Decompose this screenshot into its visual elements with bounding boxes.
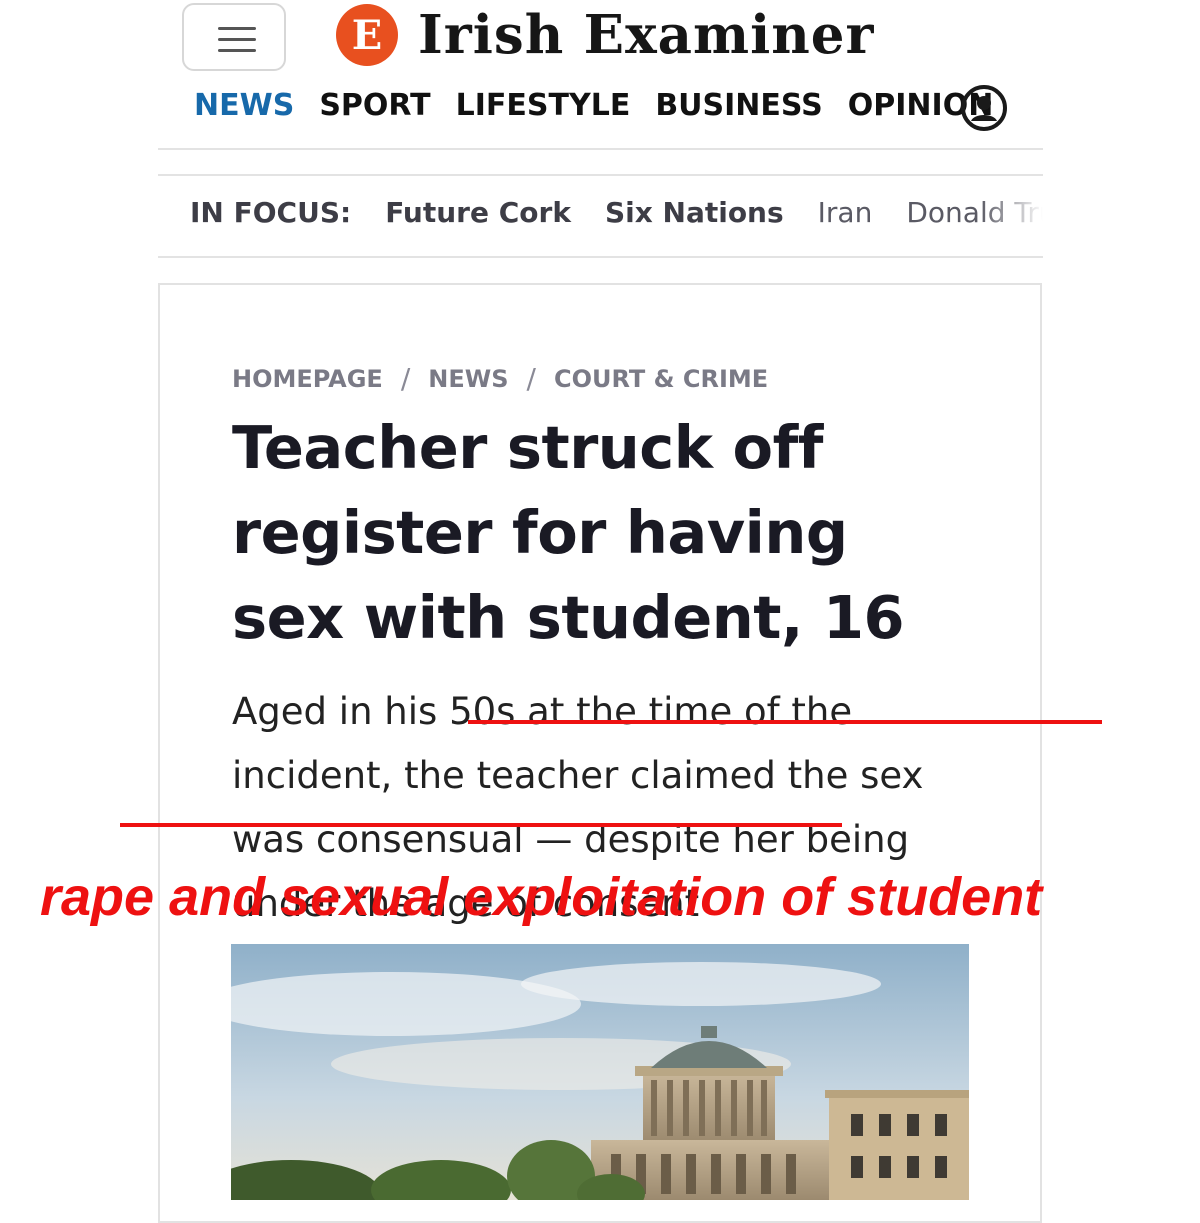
in-focus-fade — [980, 180, 1043, 250]
breadcrumb-separator: / — [400, 362, 411, 395]
in-focus-label: IN FOCUS: — [190, 196, 352, 229]
logo-text: Irish Examiner — [418, 4, 875, 66]
article-headline: Teacher struck off register for having s… — [232, 413, 905, 652]
main-nav: NEWS SPORT LIFESTYLE BUSINESS OPINION — [194, 88, 1018, 123]
breadcrumb-separator: / — [526, 362, 536, 395]
hamburger-menu-icon-bar — [218, 38, 256, 41]
red-strike-line — [468, 720, 1102, 724]
red-annotation: rape and sexual exploitation of student — [40, 867, 1043, 927]
hamburger-menu-icon-bar — [218, 49, 256, 52]
courthouse-photo — [231, 944, 969, 1200]
user-account-icon[interactable] — [960, 84, 1008, 132]
in-focus-bar: IN FOCUS: Future Cork Six Nations Iran D… — [190, 196, 1043, 229]
breadcrumb-court-crime[interactable]: COURT & CRIME — [554, 365, 768, 393]
breadcrumb-news[interactable]: NEWS — [428, 365, 508, 393]
focus-divider-bottom — [158, 256, 1043, 258]
site-logo[interactable]: E Irish Examiner — [336, 2, 874, 68]
red-strike-line — [120, 823, 842, 827]
breadcrumb: HOMEPAGE / NEWS / COURT & CRIME — [232, 362, 768, 395]
nav-lifestyle[interactable]: LIFESTYLE — [456, 88, 631, 123]
hamburger-menu-icon-bar — [218, 27, 256, 30]
in-focus-link[interactable]: Future Cork — [385, 196, 571, 229]
logo-mark-icon: E — [336, 4, 398, 66]
nav-business[interactable]: BUSINESS — [655, 88, 822, 123]
focus-divider-top — [158, 174, 1043, 176]
breadcrumb-homepage[interactable]: HOMEPAGE — [232, 365, 383, 393]
nav-news[interactable]: NEWS — [194, 88, 294, 123]
nav-sport[interactable]: SPORT — [319, 88, 430, 123]
in-focus-link[interactable]: Six Nations — [605, 196, 784, 229]
header-divider — [158, 148, 1043, 150]
article-hero-image — [231, 944, 969, 1200]
menu-button[interactable] — [182, 3, 286, 71]
in-focus-link[interactable]: Iran — [818, 196, 873, 229]
